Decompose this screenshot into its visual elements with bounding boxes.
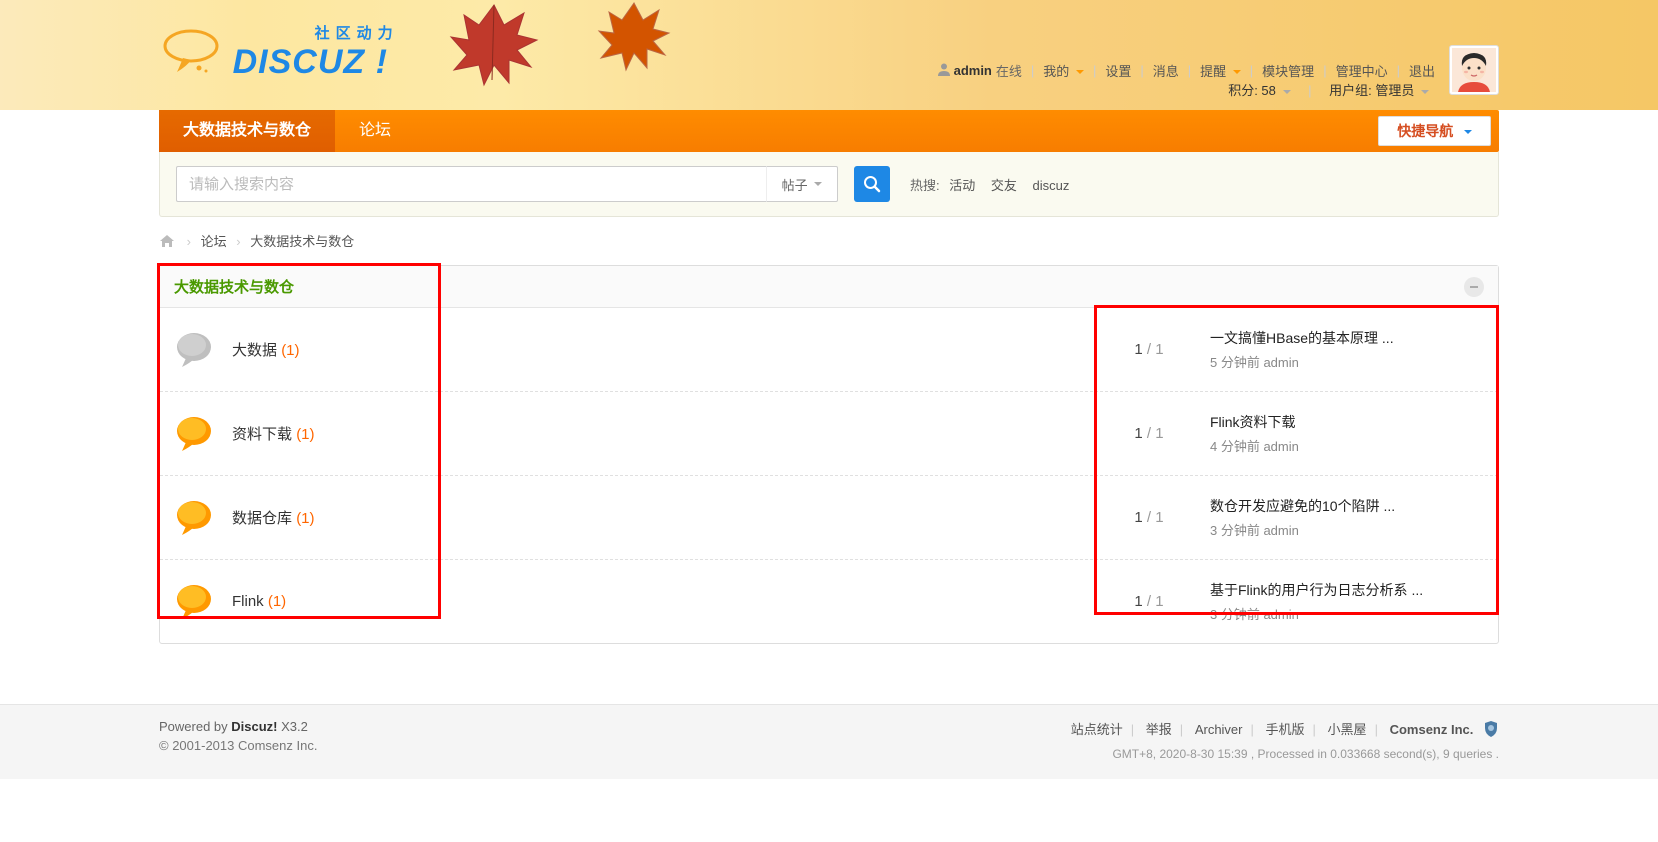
forum-stats: 1 / 1 [1104,341,1194,358]
footer-stats-link[interactable]: 站点统计 [1071,722,1123,737]
footer-mobile-link[interactable]: 手机版 [1266,722,1305,737]
main-nav: 大数据技术与数仓 论坛 快捷导航 [159,110,1499,152]
forum-icon [174,582,214,622]
breadcrumb: › 论坛 › 大数据技术与数仓 [159,217,1499,265]
user-link[interactable]: admin [954,63,992,78]
online-status: 在线 [996,61,1022,80]
nav-tab-bigdata[interactable]: 大数据技术与数仓 [159,110,335,152]
search-button[interactable] [854,166,890,202]
forum-stats: 1 / 1 [1104,593,1194,610]
logout-link[interactable]: 退出 [1409,61,1435,80]
shield-icon[interactable] [1483,720,1499,741]
hot-search-label: 热搜: [910,178,940,193]
messages-link[interactable]: 消息 [1153,61,1179,80]
forum-icon [174,498,214,538]
forum-icon [174,330,214,370]
breadcrumb-link[interactable]: 论坛 [201,234,227,249]
collapse-button[interactable] [1464,277,1484,297]
forum-row: 数据仓库 (1) 1 / 1 数仓开发应避免的10个陷阱 ... 3 分钟前 a… [160,476,1498,560]
category-title[interactable]: 大数据技术与数仓 [174,276,294,297]
avatar[interactable] [1449,45,1499,95]
hot-search-link[interactable]: 活动 [949,178,975,193]
quick-nav-button[interactable]: 快捷导航 [1378,116,1491,146]
leaf-icon [439,0,549,95]
footer-blackroom-link[interactable]: 小黑屋 [1328,722,1367,737]
logo-tagline: 社区动力 [315,22,399,43]
footer-archiver-link[interactable]: Archiver [1195,722,1243,737]
user-icon [937,62,951,79]
copyright: © 2001-2013 Comsenz Inc. [159,738,317,753]
forum-last-post[interactable]: 一文搞懂HBase的基本原理 ... 5 分钟前 admin [1194,328,1484,371]
footer-report-link[interactable]: 举报 [1146,722,1172,737]
module-mgmt-link[interactable]: 模块管理 [1262,61,1314,80]
powered-by: Powered by Discuz! X3.2 [159,719,317,734]
search-input[interactable] [176,166,766,202]
site-logo[interactable]: 社区动力 DISCUZ ! [159,22,399,82]
forum-row: 大数据 (1) 1 / 1 一文搞懂HBase的基本原理 ... 5 分钟前 a… [160,308,1498,392]
nav-tab-forum[interactable]: 论坛 [335,110,415,152]
footer: Powered by Discuz! X3.2 © 2001-2013 Coms… [159,719,1499,761]
usergroup-link[interactable]: 用户组: 管理员 [1329,83,1429,98]
logo-text: DISCUZ ! [233,43,399,82]
forum-stats: 1 / 1 [1104,425,1194,442]
hot-search-link[interactable]: discuz [1033,178,1070,193]
forum-name[interactable]: 大数据 (1) [232,339,1104,360]
leaf-icon [589,0,679,80]
hot-search-link[interactable]: 交友 [991,178,1017,193]
home-icon[interactable] [159,234,175,251]
forum-name[interactable]: Flink (1) [232,593,1104,610]
forum-icon [174,414,214,454]
breadcrumb-link[interactable]: 大数据技术与数仓 [250,234,354,249]
forum-row: 资料下载 (1) 1 / 1 Flink资料下载 4 分钟前 admin [160,392,1498,476]
avatar-icon [1452,48,1496,92]
footer-comsenz-link[interactable]: Comsenz Inc. [1390,722,1474,737]
search-icon [863,175,881,193]
alerts-link[interactable]: 提醒 [1200,61,1241,80]
mine-link[interactable]: 我的 [1043,61,1084,80]
bubble-icon [159,28,223,74]
points-link[interactable]: 积分: 58 [1228,83,1290,98]
forum-last-post[interactable]: 基于Flink的用户行为日志分析系 ... 3 分钟前 admin [1194,580,1484,623]
minus-icon [1469,282,1479,292]
search-type-select[interactable]: 帖子 [766,166,838,202]
forum-last-post[interactable]: Flink资料下载 4 分钟前 admin [1194,412,1484,455]
forum-stats: 1 / 1 [1104,509,1194,526]
settings-link[interactable]: 设置 [1105,61,1131,80]
forum-row: Flink (1) 1 / 1 基于Flink的用户行为日志分析系 ... 3 … [160,560,1498,643]
forum-last-post[interactable]: 数仓开发应避免的10个陷阱 ... 3 分钟前 admin [1194,496,1484,539]
category-box: 大数据技术与数仓 大数据 (1) [159,265,1499,644]
forum-name[interactable]: 资料下载 (1) [232,423,1104,444]
search-bar: 帖子 热搜: 活动 交友 discuz [159,152,1499,217]
forum-name[interactable]: 数据仓库 (1) [232,507,1104,528]
footer-meta: GMT+8, 2020-8-30 15:39 , Processed in 0.… [1069,747,1499,761]
user-sub-info: 积分: 58 | 用户组: 管理员 [1228,80,1429,99]
hot-search: 热搜: 活动 交友 discuz [910,175,1075,194]
admin-center-link[interactable]: 管理中心 [1336,61,1388,80]
